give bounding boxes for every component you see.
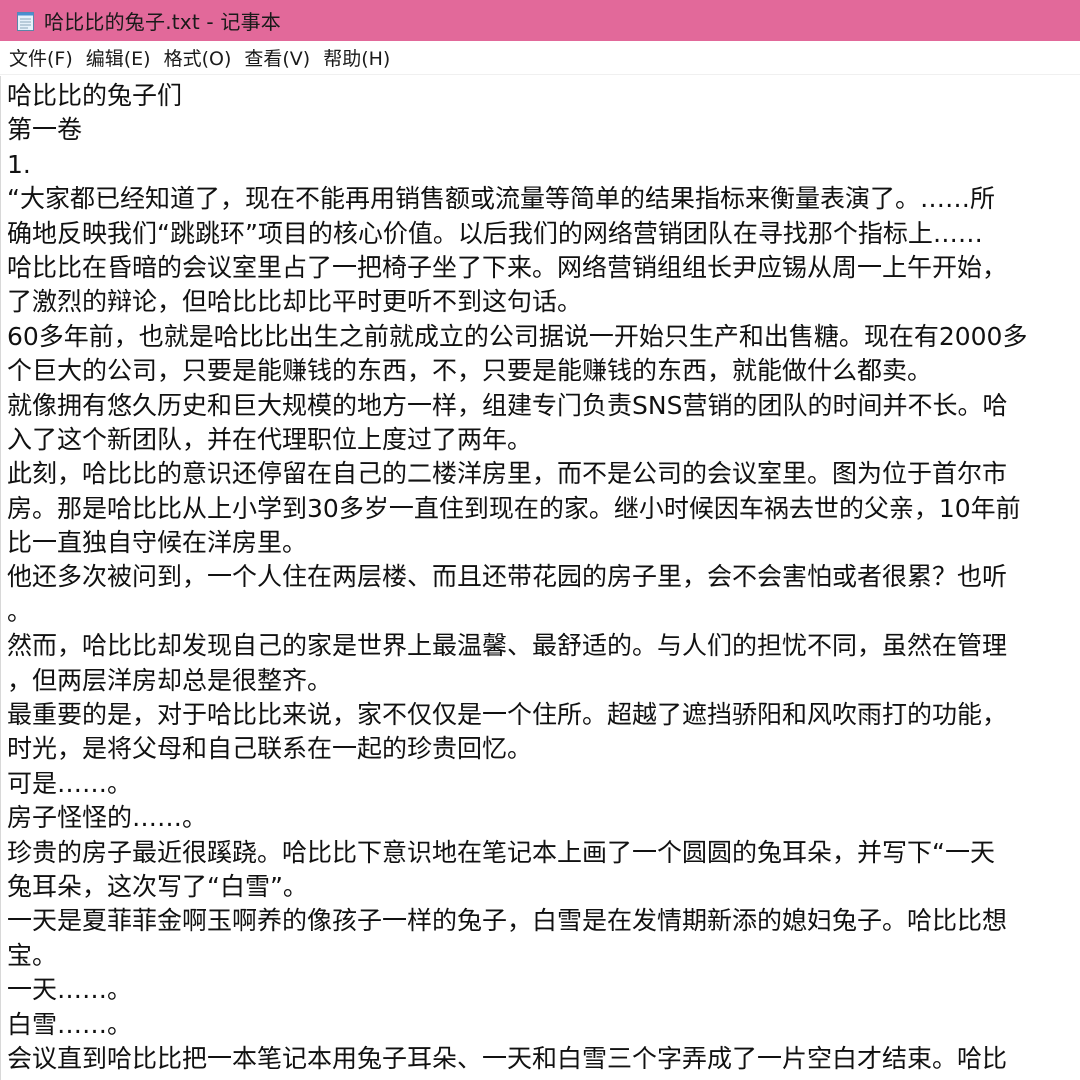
text-line: 1. xyxy=(7,149,31,179)
text-line: 入了这个新团队，并在代理职位上度过了两年。 xyxy=(7,424,533,454)
text-line: 一天……。 xyxy=(7,975,133,1005)
text-line: 兔耳朵，这次写了“白雪”。 xyxy=(7,871,308,901)
text-editor[interactable]: 哈比比的兔子们 第一卷 1. “大家都已经知道了，现在不能再用销售额或流量等简单… xyxy=(0,76,1080,1080)
text-line: 第一卷 xyxy=(7,115,83,145)
text-line: 房。那是哈比比从上小学到30多岁一直住到现在的家。继小时候因车祸去世的父亲，10… xyxy=(7,493,1021,523)
notepad-icon xyxy=(16,10,36,32)
text-line: “大家都已经知道了，现在不能再用销售额或流量等简单的结果指标来衡量表演了。……所 xyxy=(7,184,995,214)
menu-help[interactable]: 帮助(H) xyxy=(323,44,390,71)
menu-bar: 文件(F) 编辑(E) 格式(O) 查看(V) 帮助(H) xyxy=(0,41,1080,75)
menu-file[interactable]: 文件(F) xyxy=(9,44,73,71)
text-line: ，但两层洋房却总是很整齐。 xyxy=(7,665,333,695)
text-line: 白雪……。 xyxy=(7,1009,133,1039)
text-line: 珍贵的房子最近很蹊跷。哈比比下意识地在笔记本上画了一个圆圆的兔耳朵，并写下“一天 xyxy=(7,837,995,867)
text-line: 确地反映我们“跳跳环”项目的核心价值。以后我们的网络营销团队在寻找那个指标上…… xyxy=(7,218,983,248)
text-line: 一天是夏菲菲金啊玉啊养的像孩子一样的兔子，白雪是在发情期新添的媳妇兔子。哈比比想 xyxy=(7,906,1008,936)
text-line: 哈比比在昏暗的会议室里占了一把椅子坐了下来。网络营销组组长尹应锡从周一上午开始， xyxy=(7,252,1008,282)
text-line: 最重要的是，对于哈比比来说，家不仅仅是一个住所。超越了遮挡骄阳和风吹雨打的功能， xyxy=(7,700,1008,730)
document-text[interactable]: 哈比比的兔子们 第一卷 1. “大家都已经知道了，现在不能再用销售额或流量等简单… xyxy=(7,79,1027,1076)
text-line: 时光，是将父母和自己联系在一起的珍贵回忆。 xyxy=(7,734,533,764)
text-line: 房子怪怪的……。 xyxy=(7,803,208,833)
text-line: 会议直到哈比比把一本笔记本用兔子耳朵、一天和白雪三个字弄成了一片空白才结束。哈比 xyxy=(7,1043,1008,1073)
window-title: 哈比比的兔子.txt - 记事本 xyxy=(44,10,282,34)
text-line: 个巨大的公司，只要是能赚钱的东西，不，只要是能赚钱的东西，就能做什么都卖。 xyxy=(7,356,933,386)
text-line: 60多年前，也就是哈比比出生之前就成立的公司据说一开始只生产和出售糖。现在有20… xyxy=(7,321,1028,351)
title-bar[interactable]: 哈比比的兔子.txt - 记事本 xyxy=(0,0,1080,41)
menu-format[interactable]: 格式(O) xyxy=(164,44,232,71)
text-line: 。 xyxy=(7,596,33,626)
text-line: 可是……。 xyxy=(7,768,133,798)
text-line: 哈比比的兔子们 xyxy=(7,81,183,110)
menu-view[interactable]: 查看(V) xyxy=(244,44,310,71)
text-line: 了激烈的辩论，但哈比比却比平时更听不到这句话。 xyxy=(7,287,583,317)
text-line: 就像拥有悠久历史和巨大规模的地方一样，组建专门负责SNS营销的团队的时间并不长。… xyxy=(7,390,1008,420)
text-line: 此刻，哈比比的意识还停留在自己的二楼洋房里，而不是公司的会议室里。图为位于首尔市 xyxy=(7,459,1008,489)
text-line: 宝。 xyxy=(7,940,58,970)
menu-edit[interactable]: 编辑(E) xyxy=(86,44,151,71)
text-line: 然而，哈比比却发现自己的家是世界上最温馨、最舒适的。与人们的担忧不同，虽然在管理 xyxy=(7,631,1008,661)
text-line: 比一直独自守候在洋房里。 xyxy=(7,528,308,558)
text-line: 他还多次被问到，一个人住在两层楼、而且还带花园的房子里，会不会害怕或者很累？也听 xyxy=(7,562,1008,592)
